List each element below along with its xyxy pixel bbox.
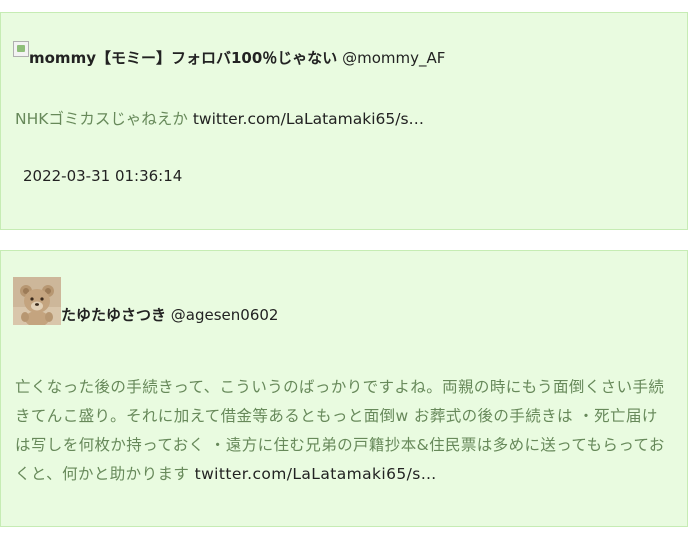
user-line: たゆたゆさつき @agesen0602: [13, 277, 278, 325]
display-name[interactable]: たゆたゆさつき: [61, 306, 166, 324]
user-line: mommy【モミー】フォロバ100％じゃない @mommy_AF: [13, 41, 445, 68]
display-name[interactable]: mommy【モミー】フォロバ100％じゃない: [29, 49, 337, 67]
tweet-card: たゆたゆさつき @agesen0602 亡くなった後の手続きって、こういうのばっ…: [0, 250, 688, 527]
timestamp: 2022-03-31 01:36:14: [23, 167, 183, 185]
tweet-body: NHKゴミカスじゃねえか: [15, 110, 188, 128]
tweet-link[interactable]: twitter.com/LaLatamaki65/s…: [195, 465, 437, 483]
tweet-text: 亡くなった後の手続きって、こういうのばっかりですよね。両親の時にもう面倒くさい手…: [15, 373, 673, 489]
user-handle[interactable]: @agesen0602: [171, 306, 279, 324]
user-handle[interactable]: @mommy_AF: [342, 49, 445, 67]
teddy-bear-avatar[interactable]: [13, 277, 61, 325]
tweet-text: NHKゴミカスじゃねえか twitter.com/LaLatamaki65/s…: [15, 105, 673, 134]
broken-image-icon[interactable]: [13, 41, 29, 57]
tweet-card: mommy【モミー】フォロバ100％じゃない @mommy_AF NHKゴミカス…: [0, 12, 688, 230]
tweet-link[interactable]: twitter.com/LaLatamaki65/s…: [193, 110, 424, 128]
